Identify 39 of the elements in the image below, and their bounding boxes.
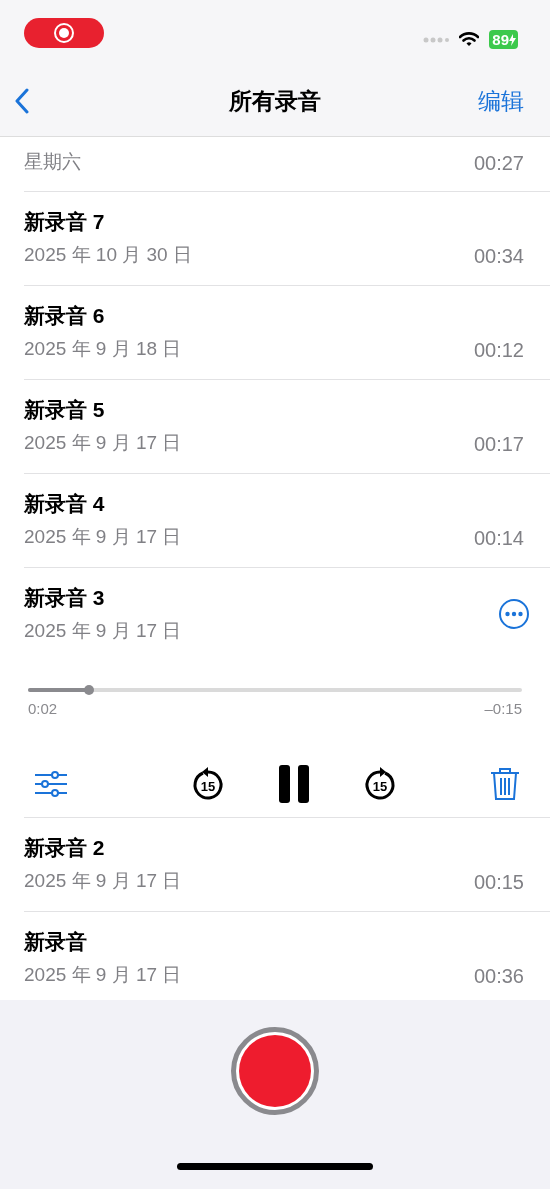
battery-percent: 89 <box>492 31 509 48</box>
settings-icon[interactable] <box>34 770 68 798</box>
pause-icon[interactable] <box>279 765 309 803</box>
remaining-time: –0:15 <box>484 700 522 717</box>
skip-back-button[interactable]: 15 <box>191 766 225 802</box>
bolt-icon <box>509 33 516 46</box>
playback-scrubber[interactable] <box>28 688 522 692</box>
recording-date: 2025 年 9 月 17 日 <box>24 525 182 549</box>
edit-link[interactable]: 编辑 <box>478 85 524 117</box>
recording-date: 2025 年 9 月 17 日 <box>24 963 182 987</box>
recording-title[interactable]: 新录音 2 <box>24 834 182 862</box>
signal-icon <box>423 36 450 43</box>
recording-date: 星期六 <box>24 150 81 174</box>
recording-title[interactable]: 新录音 6 <box>24 302 182 330</box>
recording-date: 2025 年 9 月 17 日 <box>24 431 182 455</box>
recording-duration: 00:27 <box>473 152 524 175</box>
recording-duration: 00:15 <box>473 871 524 894</box>
recording-duration: 00:14 <box>473 527 524 550</box>
trash-icon[interactable] <box>490 767 520 801</box>
page-title: 所有录音 <box>229 86 321 116</box>
screen-recording-icon <box>24 18 104 48</box>
elapsed-time: 0:02 <box>28 700 58 717</box>
recording-date: 2025 年 9 月 17 日 <box>24 869 182 893</box>
recording-date: 2025 年 10 月 30 日 <box>24 243 192 267</box>
recording-title[interactable]: 新录音 <box>24 928 182 956</box>
skip-forward-button[interactable]: 15 <box>363 766 397 802</box>
recording-title[interactable]: 新录音 4 <box>24 490 182 518</box>
more-icon[interactable] <box>498 598 530 630</box>
recording-title[interactable]: 新录音 7 <box>24 208 192 236</box>
recording-duration: 00:17 <box>473 433 524 456</box>
wifi-icon <box>459 32 480 47</box>
recording-date: 2025 年 9 月 17 日 <box>24 619 182 643</box>
recording-title[interactable]: 新录音 5 <box>24 396 182 424</box>
recording-title[interactable]: 新录音 3 <box>24 584 182 612</box>
recording-duration: 00:34 <box>473 245 524 268</box>
recording-duration: 00:12 <box>473 339 524 362</box>
recording-date: 2025 年 9 月 18 日 <box>24 337 182 361</box>
recording-duration: 00:36 <box>473 965 524 988</box>
back-icon[interactable] <box>14 88 30 114</box>
